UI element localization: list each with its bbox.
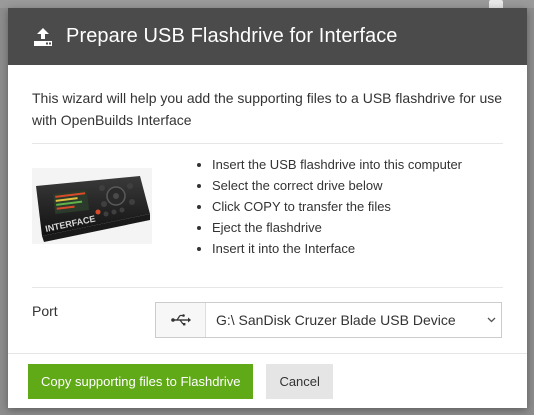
interface-device-image: INTERFACE: [32, 168, 152, 244]
background-app-strip: [0, 0, 534, 8]
step-item: Insert the USB flashdrive into this comp…: [212, 154, 462, 175]
port-select-value: G:\ SanDisk Cruzer Blade USB Device: [216, 311, 456, 328]
cancel-button[interactable]: Cancel: [266, 363, 333, 399]
port-label: Port: [32, 302, 58, 319]
dialog-header: Prepare USB Flashdrive for Interface: [8, 8, 527, 65]
steps-list: Insert the USB flashdrive into this comp…: [190, 154, 462, 287]
intro-text: This wizard will help you add the suppor…: [32, 90, 503, 128]
step-item: Select the correct drive below: [212, 175, 462, 196]
step-item: Eject the flashdrive: [212, 217, 462, 238]
dialog-footer: Copy supporting files to Flashdrive Canc…: [8, 353, 527, 408]
usb-icon: [156, 302, 206, 337]
step-item: Click COPY to transfer the files: [212, 196, 462, 217]
prepare-usb-dialog: Prepare USB Flashdrive for Interface Thi…: [8, 8, 527, 408]
dialog-body: This wizard will help you add the suppor…: [8, 65, 527, 343]
upload-icon: [32, 26, 56, 48]
port-row: Port G:\ SanDisk Cruzer Blade USB Device: [32, 288, 503, 343]
dialog-title: Prepare USB Flashdrive for Interface: [66, 25, 398, 47]
chevron-down-icon: [481, 303, 501, 337]
port-select[interactable]: G:\ SanDisk Cruzer Blade USB Device: [155, 301, 502, 338]
step-item: Insert it into the Interface: [212, 238, 462, 259]
instructions-section: INTERFACE Insert the USB flashdrive into…: [32, 144, 503, 288]
copy-files-button[interactable]: Copy supporting files to Flashdrive: [28, 363, 254, 399]
